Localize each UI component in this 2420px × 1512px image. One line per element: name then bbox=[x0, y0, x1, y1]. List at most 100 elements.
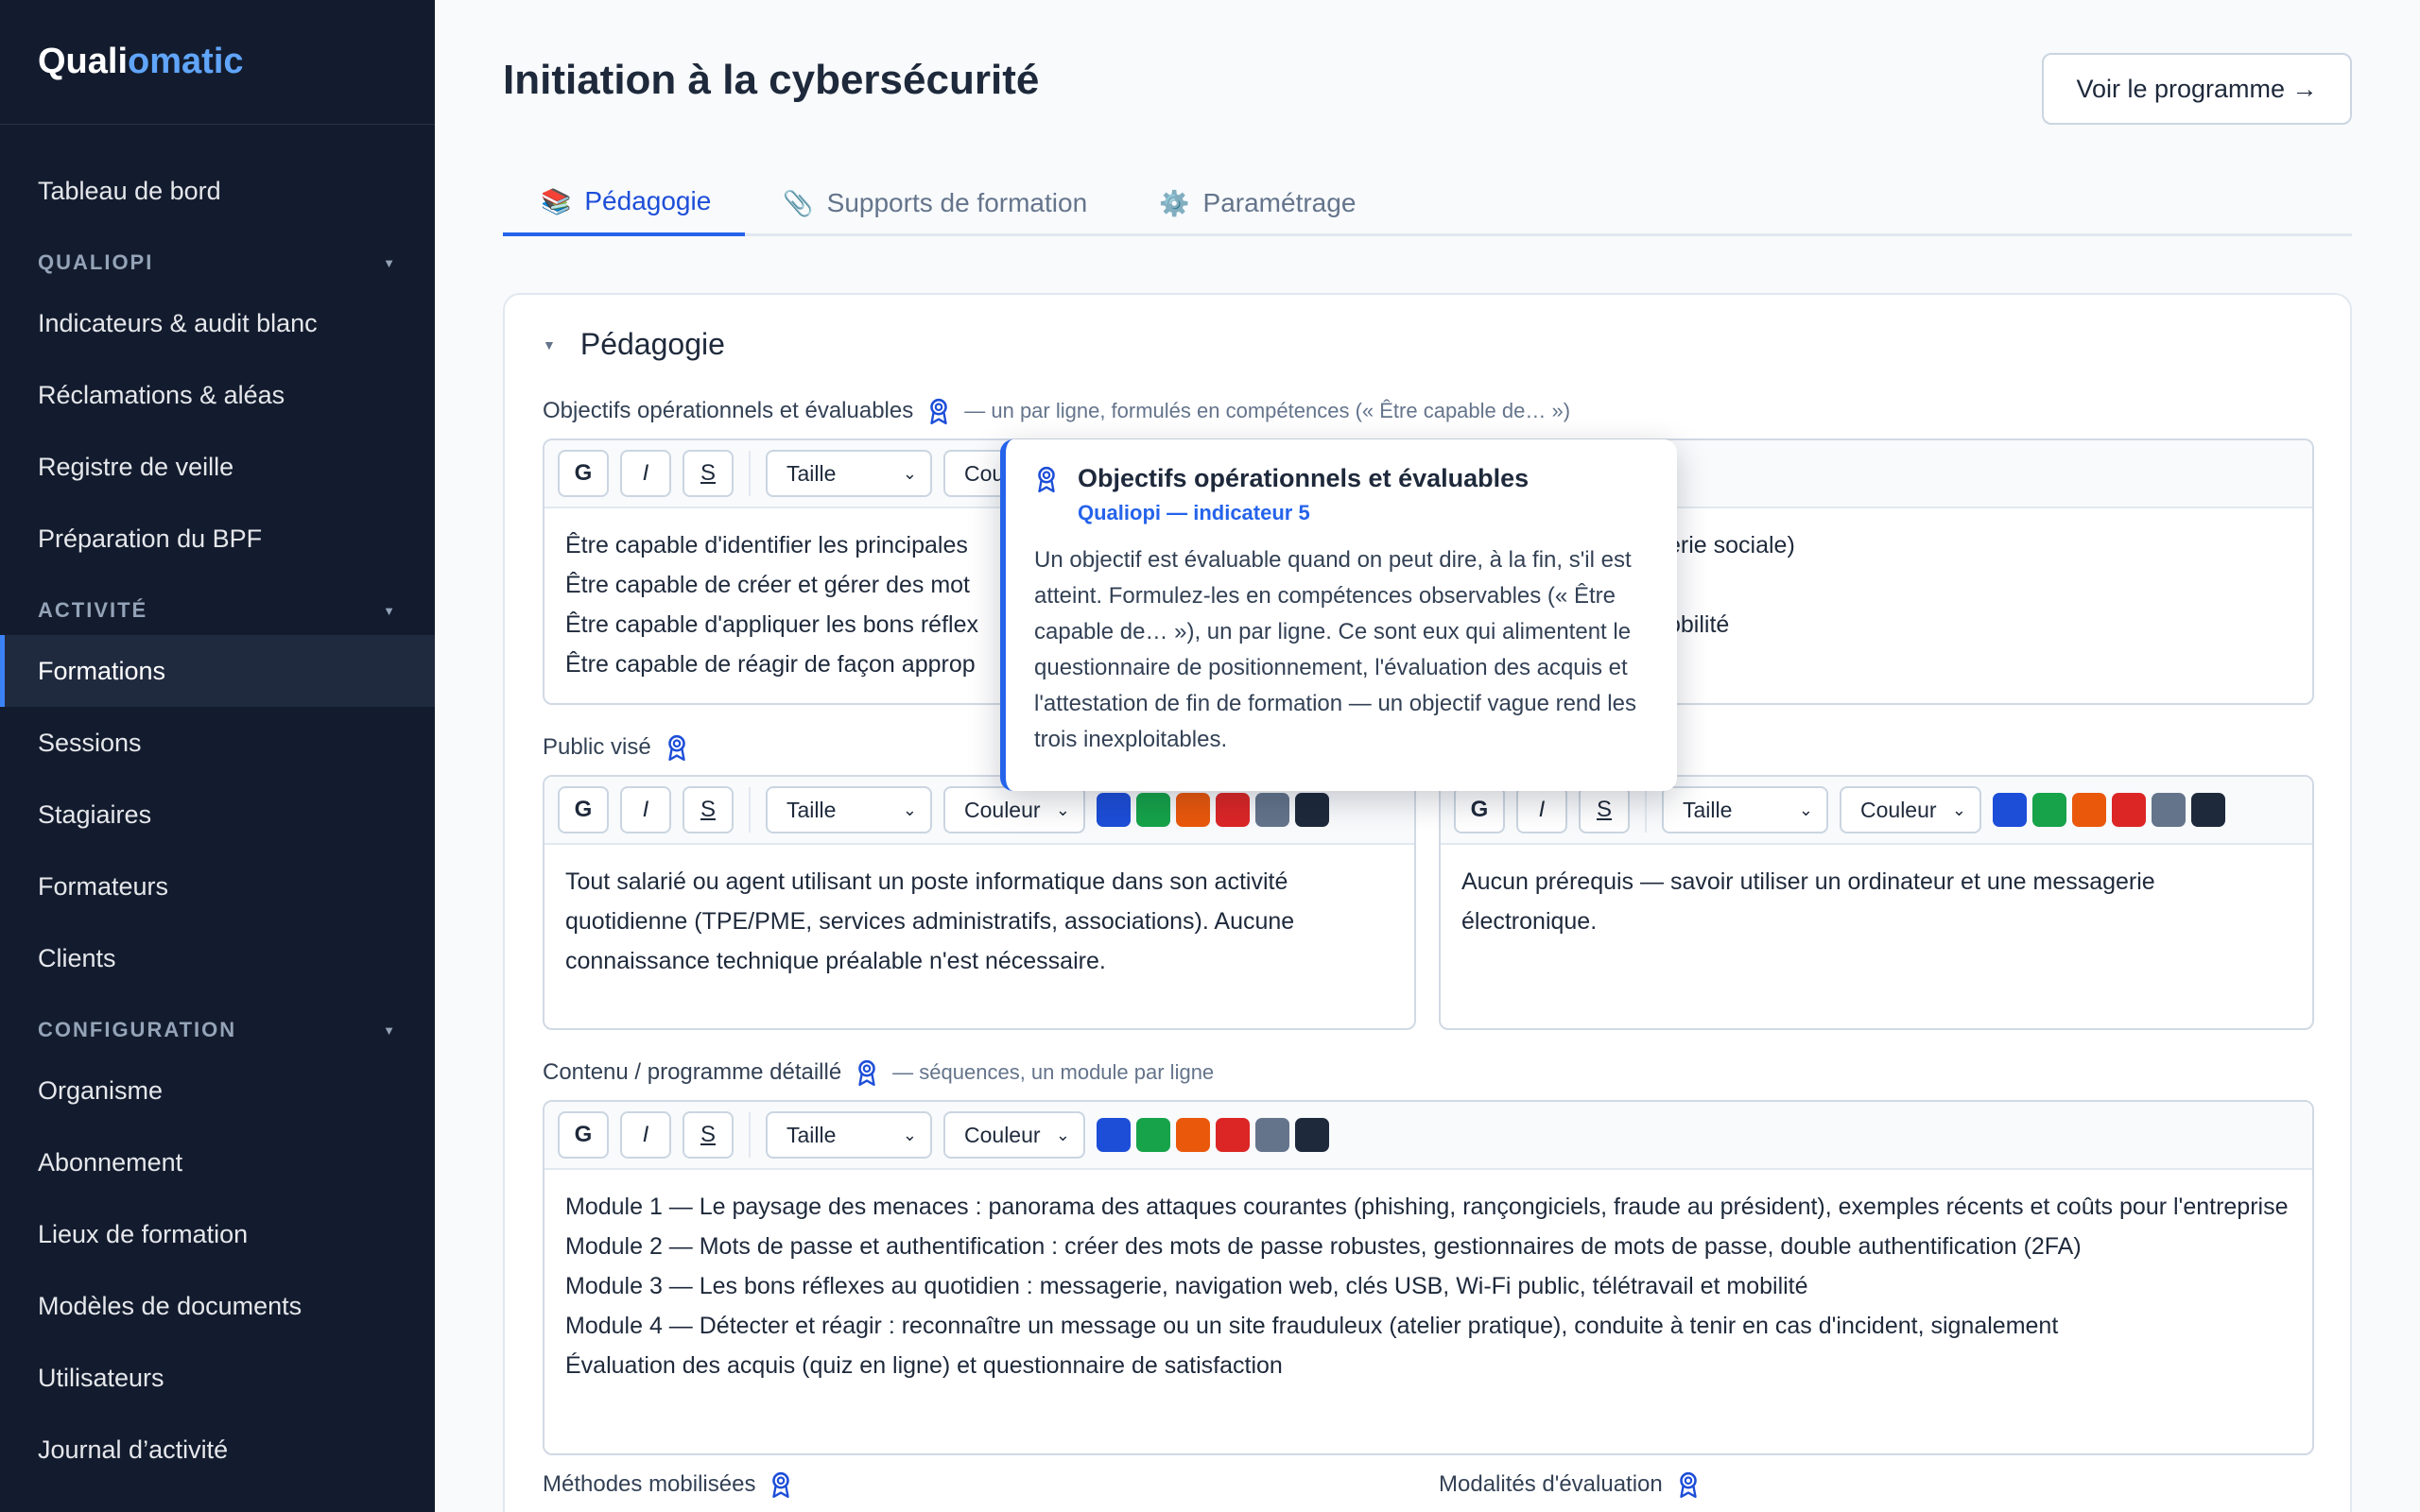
brand-logo[interactable]: Quali omatic bbox=[0, 0, 435, 125]
color-swatches bbox=[1097, 793, 1335, 827]
swatch-orange[interactable] bbox=[2072, 793, 2106, 827]
underline-button[interactable]: S bbox=[1579, 786, 1630, 833]
swatch-blue[interactable] bbox=[1097, 1118, 1131, 1152]
size-select[interactable]: Taille ⌄ bbox=[766, 786, 932, 833]
sidebar-item-indicateurs[interactable]: Indicateurs & audit blanc bbox=[0, 287, 435, 359]
swatch-green[interactable] bbox=[1136, 793, 1170, 827]
objectifs-label: Objectifs opérationnels et évaluables — … bbox=[543, 397, 1570, 425]
collapse-triangle-icon: ▼ bbox=[543, 336, 556, 352]
bold-button[interactable]: G bbox=[558, 786, 609, 833]
swatch-red[interactable] bbox=[1216, 793, 1250, 827]
editor-content[interactable]: Aucun prérequis — savoir utiliser un ord… bbox=[1441, 845, 2312, 958]
swatch-gray[interactable] bbox=[1255, 1118, 1289, 1152]
italic-button[interactable]: I bbox=[620, 450, 671, 497]
size-select[interactable]: Taille ⌄ bbox=[766, 1111, 932, 1159]
tab-parametrage[interactable]: ⚙️ Paramétrage bbox=[1121, 170, 1390, 236]
chevron-down-icon: ⌄ bbox=[1798, 799, 1813, 819]
sidebar-item-formateurs[interactable]: Formateurs bbox=[0, 850, 435, 922]
tab-label: Supports de formation bbox=[826, 188, 1088, 217]
sidebar-item-sessions[interactable]: Sessions bbox=[0, 707, 435, 779]
section-header[interactable]: ▼ Pédagogie bbox=[543, 327, 725, 362]
page-title: Initiation à la cybersécurité bbox=[503, 57, 1040, 103]
bold-button[interactable]: G bbox=[1454, 786, 1505, 833]
sidebar-item-clients[interactable]: Clients bbox=[0, 922, 435, 994]
swatch-gray[interactable] bbox=[1255, 793, 1289, 827]
section-title: Pédagogie bbox=[579, 327, 725, 361]
paperclip-icon: 📎 bbox=[783, 188, 814, 217]
qualiopi-tooltip: Objectifs opérationnels et évaluables Qu… bbox=[1000, 439, 1677, 791]
size-select[interactable]: Taille ⌄ bbox=[1662, 786, 1828, 833]
swatch-green[interactable] bbox=[2032, 793, 2066, 827]
swatch-dark[interactable] bbox=[1295, 793, 1329, 827]
field-label-text: Contenu / programme détaillé bbox=[543, 1059, 842, 1085]
italic-button[interactable]: I bbox=[620, 786, 671, 833]
editor-content[interactable]: Tout salarié ou agent utilisant un poste… bbox=[544, 845, 1414, 998]
swatch-blue[interactable] bbox=[1097, 793, 1131, 827]
sidebar-item-reclamations[interactable]: Réclamations & aléas bbox=[0, 359, 435, 431]
sidebar-item-organisme[interactable]: Organisme bbox=[0, 1055, 435, 1126]
select-value: Taille bbox=[786, 460, 837, 486]
italic-button[interactable]: I bbox=[1516, 786, 1567, 833]
tooltip-subtitle: Qualiopi — indicateur 5 bbox=[1078, 501, 1310, 524]
color-select[interactable]: Couleur ⌄ bbox=[1840, 786, 1981, 833]
select-value: Taille bbox=[786, 1122, 837, 1147]
color-select[interactable]: Couleur ⌄ bbox=[943, 1111, 1085, 1159]
tab-bar: 📚 Pédagogie 📎 Supports de formation ⚙️ P… bbox=[503, 170, 2352, 236]
swatch-gray[interactable] bbox=[2152, 793, 2186, 827]
editor-line-fragment: erie sociale) bbox=[1668, 532, 1795, 558]
select-value: Taille bbox=[786, 797, 837, 822]
qualiopi-badge-icon[interactable] bbox=[926, 397, 951, 425]
modalites-label: Modalités d'évaluation bbox=[1439, 1470, 1701, 1499]
contenu-editor[interactable]: G I S Taille ⌄ Couleur ⌄ Module 1 — Le pay… bbox=[543, 1100, 2314, 1455]
field-hint: — séquences, un module par ligne bbox=[892, 1060, 1215, 1084]
editor-line: Module 1 — Le paysage des menaces : pano… bbox=[565, 1194, 2289, 1220]
sidebar-item-abonnement[interactable]: Abonnement bbox=[0, 1126, 435, 1198]
color-swatches bbox=[1993, 793, 2231, 827]
bold-button[interactable]: G bbox=[558, 1111, 609, 1159]
swatch-dark[interactable] bbox=[2191, 793, 2225, 827]
italic-button[interactable]: I bbox=[620, 1111, 671, 1159]
tab-label: Pédagogie bbox=[584, 186, 712, 215]
qualiopi-badge-icon[interactable] bbox=[1676, 1470, 1701, 1499]
editor-content[interactable]: Module 1 — Le paysage des menaces : pano… bbox=[544, 1170, 2312, 1402]
field-hint: — un par ligne, formulés en compétences … bbox=[964, 399, 1571, 422]
sidebar-item-dashboard[interactable]: Tableau de bord bbox=[0, 155, 435, 227]
swatch-orange[interactable] bbox=[1176, 1118, 1210, 1152]
qualiopi-badge-icon[interactable] bbox=[665, 733, 689, 762]
underline-button[interactable]: S bbox=[683, 450, 734, 497]
sidebar-item-bpf[interactable]: Préparation du BPF bbox=[0, 503, 435, 575]
underline-button[interactable]: S bbox=[683, 1111, 734, 1159]
tooltip-title-text: Objectifs opérationnels et évaluables bbox=[1078, 464, 1530, 492]
select-value: Couleur bbox=[964, 797, 1041, 822]
chevron-down-icon: ⌄ bbox=[902, 1125, 917, 1144]
sidebar-item-stagiaires[interactable]: Stagiaires bbox=[0, 779, 435, 850]
sidebar-item-lieux[interactable]: Lieux de formation bbox=[0, 1198, 435, 1270]
editor-line-fragment: obilité bbox=[1668, 611, 1730, 638]
swatch-orange[interactable] bbox=[1176, 793, 1210, 827]
sidebar-item-utilisateurs[interactable]: Utilisateurs bbox=[0, 1342, 435, 1414]
sidebar-item-modeles[interactable]: Modèles de documents bbox=[0, 1270, 435, 1342]
section-title: CONFIGURATION bbox=[38, 1018, 237, 1041]
swatch-red[interactable] bbox=[2112, 793, 2146, 827]
sidebar-item-formations[interactable]: Formations bbox=[0, 635, 435, 707]
swatch-blue[interactable] bbox=[1993, 793, 2027, 827]
sidebar-item-veille[interactable]: Registre de veille bbox=[0, 431, 435, 503]
sidebar-item-journal[interactable]: Journal d’activité bbox=[0, 1414, 435, 1486]
view-program-button[interactable]: Voir le programme → bbox=[2042, 53, 2352, 125]
prerequis-editor[interactable]: G I S Taille ⌄ Couleur ⌄ Aucun prérequis —… bbox=[1439, 775, 2314, 1030]
tab-pedagogie[interactable]: 📚 Pédagogie bbox=[503, 170, 746, 236]
qualiopi-badge-icon[interactable] bbox=[855, 1058, 879, 1087]
editor-line: Module 2 — Mots de passe et authentifica… bbox=[565, 1233, 2082, 1260]
select-value: Couleur bbox=[1860, 797, 1937, 822]
size-select[interactable]: Taille ⌄ bbox=[766, 450, 932, 497]
field-label-text: Méthodes mobilisées bbox=[543, 1471, 756, 1497]
bold-button[interactable]: G bbox=[558, 450, 609, 497]
public-editor[interactable]: G I S Taille ⌄ Couleur ⌄ Tout salarié ou a… bbox=[543, 775, 1416, 1030]
swatch-green[interactable] bbox=[1136, 1118, 1170, 1152]
qualiopi-badge-icon[interactable] bbox=[769, 1470, 793, 1499]
underline-button[interactable]: S bbox=[683, 786, 734, 833]
swatch-dark[interactable] bbox=[1295, 1118, 1329, 1152]
swatch-red[interactable] bbox=[1216, 1118, 1250, 1152]
color-select[interactable]: Couleur ⌄ bbox=[943, 786, 1085, 833]
tab-supports[interactable]: 📎 Supports de formation bbox=[745, 170, 1121, 236]
